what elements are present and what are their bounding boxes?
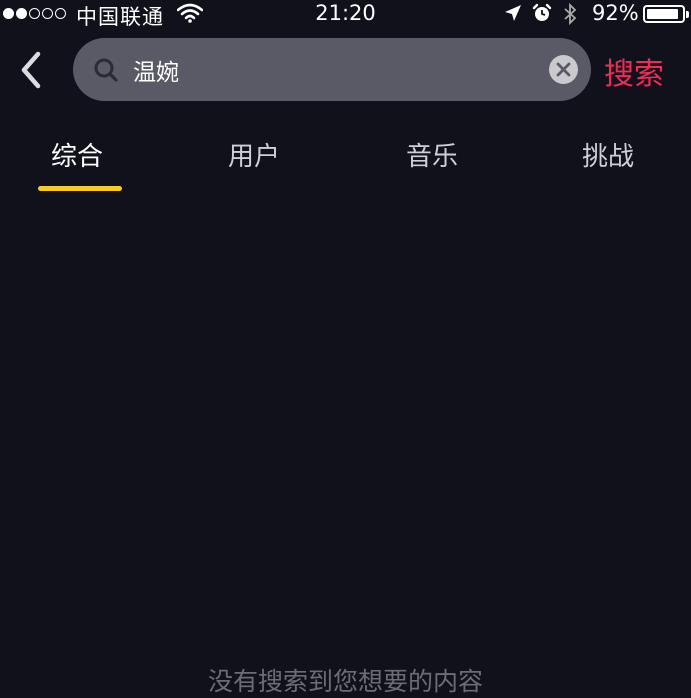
tab-music[interactable]: 音乐	[406, 136, 458, 173]
bluetooth-icon	[564, 3, 577, 25]
tab-general[interactable]: 综合	[51, 136, 103, 173]
battery-icon	[643, 5, 689, 23]
battery-fill	[647, 9, 679, 19]
active-tab-indicator	[38, 186, 122, 191]
search-icon	[94, 58, 118, 82]
battery-percentage: 92%	[592, 1, 639, 25]
search-input[interactable]	[133, 50, 533, 90]
search-bar[interactable]	[73, 38, 591, 101]
clear-search-button[interactable]	[549, 55, 578, 84]
screen: 中国联通 21:20 92% 温婉 搜索 综合 用户 音乐 挑战 没有搜索到您想…	[0, 0, 691, 698]
search-submit-button[interactable]: 搜索	[604, 49, 664, 93]
tab-challenges[interactable]: 挑战	[582, 136, 634, 173]
search-tabs: 综合 用户 音乐 挑战	[0, 128, 691, 198]
status-bar: 中国联通 21:20 92%	[0, 0, 691, 30]
location-icon	[505, 5, 521, 21]
tab-users[interactable]: 用户	[228, 136, 280, 173]
empty-state-message: 没有搜索到您想要的内容	[207, 667, 483, 696]
back-icon[interactable]	[14, 50, 48, 90]
alarm-icon	[532, 3, 552, 21]
battery-tip	[686, 11, 689, 18]
clock: 21:20	[315, 1, 376, 25]
clear-icon	[556, 62, 571, 77]
